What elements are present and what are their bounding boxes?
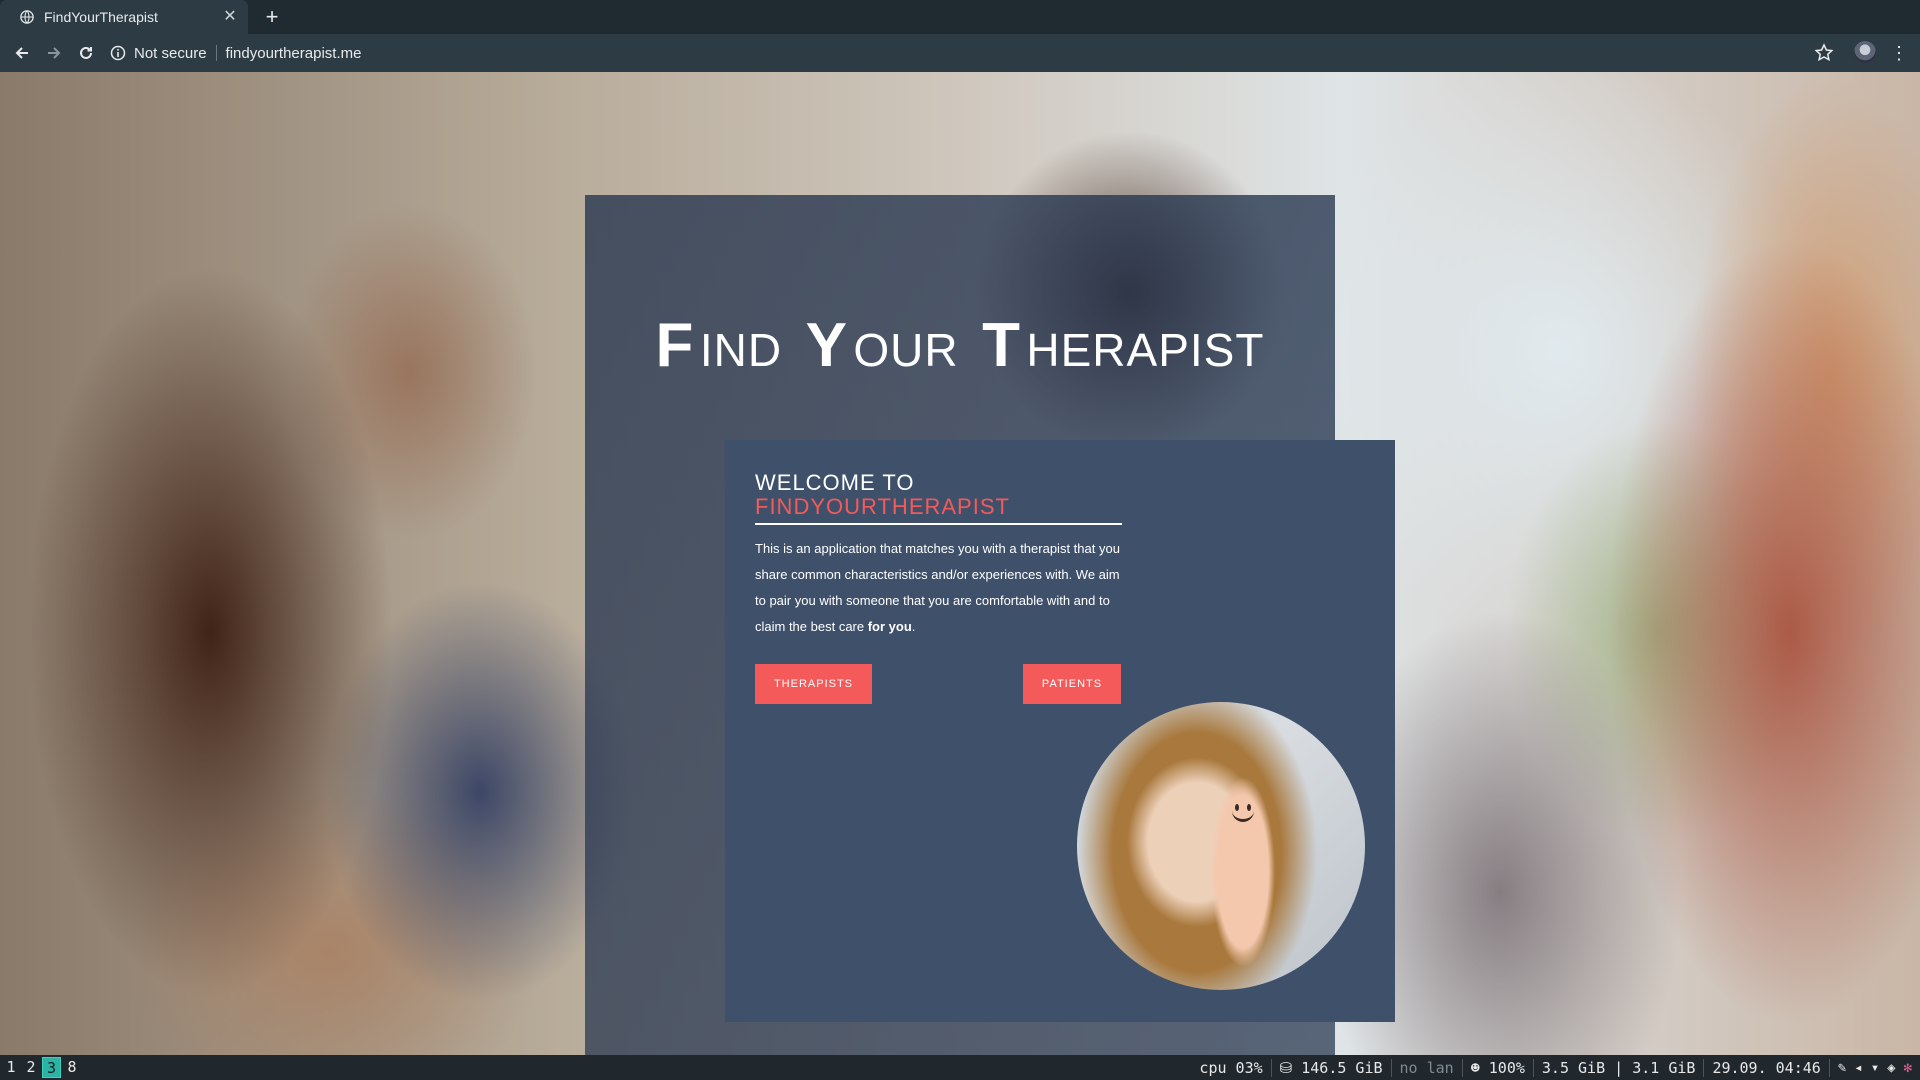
heading-underline xyxy=(755,523,1122,525)
page-viewport: F IND Y OUR T HERAPIST WELCOME TO FINDYO… xyxy=(0,72,1920,1055)
kebab-menu-icon[interactable]: ⋮ xyxy=(1888,42,1910,64)
title-letter-t: T xyxy=(982,311,1021,380)
arrow-right-icon xyxy=(48,47,61,59)
workspace-3[interactable]: 3 xyxy=(42,1057,62,1078)
back-button[interactable] xyxy=(6,37,38,69)
intro-description: This is an application that matches you … xyxy=(755,536,1130,640)
browser-toolbar: Not secure findyourtherapist.me ⋮ xyxy=(0,34,1920,72)
shield-icon[interactable]: ◈ xyxy=(1887,1060,1895,1076)
smiley-finger-photo xyxy=(1077,702,1365,990)
title-letter-y: Y xyxy=(805,311,848,380)
status-indicators: cpu 03% ⛁ 146.5 GiB no lan ☻ 100% 3.5 Gi… xyxy=(1191,1055,1912,1080)
reload-icon xyxy=(80,46,92,59)
info-icon[interactable] xyxy=(110,45,126,61)
welcome-card: WELCOME TO FINDYOURTHERAPIST This is an … xyxy=(725,440,1395,1022)
disk-free: ⛁ 146.5 GiB xyxy=(1272,1058,1392,1077)
address-bar[interactable]: Not secure findyourtherapist.me xyxy=(110,37,1820,69)
workspace-1[interactable]: 1 xyxy=(2,1057,20,1078)
lan-status: no lan xyxy=(1392,1058,1463,1077)
bookmark-star-icon[interactable] xyxy=(1813,42,1835,64)
security-status[interactable]: Not secure xyxy=(134,45,207,62)
memory-usage: 3.5 GiB | 3.1 GiB xyxy=(1534,1058,1705,1077)
browser-tab-strip: FindYourTherapist ✕ + xyxy=(0,0,1920,34)
reload-button[interactable] xyxy=(70,37,102,69)
speaker-icon[interactable]: ◂ xyxy=(1854,1060,1862,1076)
photo-smile xyxy=(1232,810,1254,822)
description-text: This is an application that matches you … xyxy=(755,541,1120,634)
title-word-find: IND xyxy=(699,324,783,376)
wifi-icon[interactable]: ▾ xyxy=(1871,1060,1879,1076)
description-emphasis: for you xyxy=(867,619,912,634)
globe-icon xyxy=(20,10,34,24)
forward-button[interactable] xyxy=(38,37,70,69)
tab-title: FindYourTherapist xyxy=(44,9,158,25)
profile-avatar[interactable] xyxy=(1854,41,1876,63)
patients-button[interactable]: PATIENTS xyxy=(1023,664,1121,704)
title-word-your: OUR xyxy=(853,324,959,376)
close-tab-icon[interactable]: ✕ xyxy=(222,9,238,25)
arrow-left-icon xyxy=(15,47,28,59)
url-text[interactable]: findyourtherapist.me xyxy=(226,45,362,62)
brand-heading: FINDYOURTHERAPIST xyxy=(755,494,1010,519)
new-tab-button[interactable]: + xyxy=(258,3,286,31)
system-status-bar: 1 2 3 8 cpu 03% ⛁ 146.5 GiB no lan ☻ 100… xyxy=(0,1055,1920,1080)
system-tray: ✎ ◂ ▾ ◈ ✻ xyxy=(1830,1060,1912,1076)
title-letter-f: F xyxy=(655,311,695,380)
browser-tab[interactable]: FindYourTherapist ✕ xyxy=(0,0,248,34)
omnibox-divider xyxy=(215,45,217,61)
site-title: F IND Y OUR T HERAPIST xyxy=(585,310,1335,381)
battery-status: ☻ 100% xyxy=(1463,1058,1534,1077)
workspace-8[interactable]: 8 xyxy=(63,1057,81,1078)
description-period: . xyxy=(911,619,916,634)
slack-icon[interactable]: ✻ xyxy=(1904,1060,1912,1076)
paperclip-icon[interactable]: ✎ xyxy=(1838,1060,1846,1076)
cpu-usage: cpu 03% xyxy=(1191,1058,1272,1077)
therapists-button[interactable]: THERAPISTS xyxy=(755,664,872,704)
date-time: 29.09. 04:46 xyxy=(1704,1058,1830,1077)
workspace-2[interactable]: 2 xyxy=(22,1057,40,1078)
title-word-therapist: HERAPIST xyxy=(1026,324,1265,376)
welcome-heading: WELCOME TO xyxy=(755,470,915,495)
